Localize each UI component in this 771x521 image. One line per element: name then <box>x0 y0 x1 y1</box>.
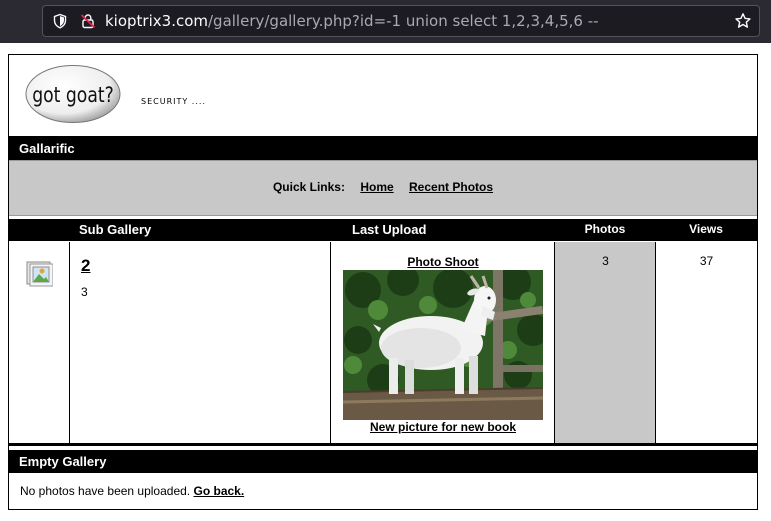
gallery-page: got goat? SECURITY .... Gallarific Quick… <box>8 54 758 510</box>
header-views: Views <box>689 222 723 236</box>
row-last-upload-cell: Photo Shoot New picture for new book <box>331 242 555 443</box>
empty-message-text: No photos have been uploaded. <box>20 484 191 498</box>
go-back-link[interactable]: Go back. <box>193 484 244 498</box>
photos-count: 3 <box>602 254 609 268</box>
empty-gallery-message: No photos have been uploaded. Go back. <box>20 484 244 498</box>
site-header: got goat? SECURITY .... <box>9 55 757 135</box>
gallery-folder-icon[interactable] <box>25 259 53 287</box>
row-sub-gallery-cell: 2 3 <box>70 242 331 443</box>
row-views-cell: 37 <box>656 242 757 443</box>
url-bar[interactable]: kioptrix3.com/gallery/gallery.php?id=-1 … <box>42 5 760 37</box>
row-photos-cell: 3 <box>555 242 656 443</box>
insecure-lock-icon[interactable] <box>80 13 96 29</box>
url-host: kioptrix3.com <box>105 12 208 30</box>
tagline: SECURITY .... <box>141 97 206 106</box>
recent-photos-link[interactable]: Recent Photos <box>409 180 493 194</box>
empty-gallery-title: Empty Gallery <box>19 454 107 469</box>
sub-gallery-count: 3 <box>81 285 88 299</box>
views-count: 37 <box>699 254 714 268</box>
url-text[interactable]: kioptrix3.com/gallery/gallery.php?id=-1 … <box>105 12 599 31</box>
quick-links-bar: Quick Links: Home Recent Photos <box>9 160 757 216</box>
got-goat-logo[interactable]: got goat? <box>25 64 121 124</box>
header-last-upload: Last Upload <box>352 222 427 237</box>
logo-text: got goat? <box>32 82 114 107</box>
bookmark-star-icon[interactable] <box>734 12 752 30</box>
quick-links-label: Quick Links: <box>272 180 345 194</box>
empty-gallery-bar: Empty Gallery <box>9 450 757 473</box>
row-icon-cell <box>9 242 70 443</box>
sub-gallery-link[interactable]: 2 <box>81 256 90 276</box>
photo-caption-link[interactable]: New picture for new book <box>331 420 555 434</box>
header-sub-gallery: Sub Gallery <box>79 222 152 237</box>
photo-title-link[interactable]: Photo Shoot <box>331 255 555 269</box>
shield-icon[interactable] <box>52 13 68 29</box>
goat-photo[interactable] <box>343 270 543 420</box>
browser-toolbar: kioptrix3.com/gallery/gallery.php?id=-1 … <box>0 0 771 43</box>
table-row: 2 3 Photo Shoot New picture for new book… <box>9 242 757 446</box>
gallery-title: Gallarific <box>19 141 75 156</box>
table-header: Sub Gallery Last Upload Photos Views <box>9 219 757 241</box>
home-link[interactable]: Home <box>360 180 393 194</box>
url-path: /gallery/gallery.php?id=-1 union select … <box>208 12 599 30</box>
header-photos: Photos <box>584 222 626 236</box>
gallery-title-bar: Gallarific <box>9 136 757 160</box>
